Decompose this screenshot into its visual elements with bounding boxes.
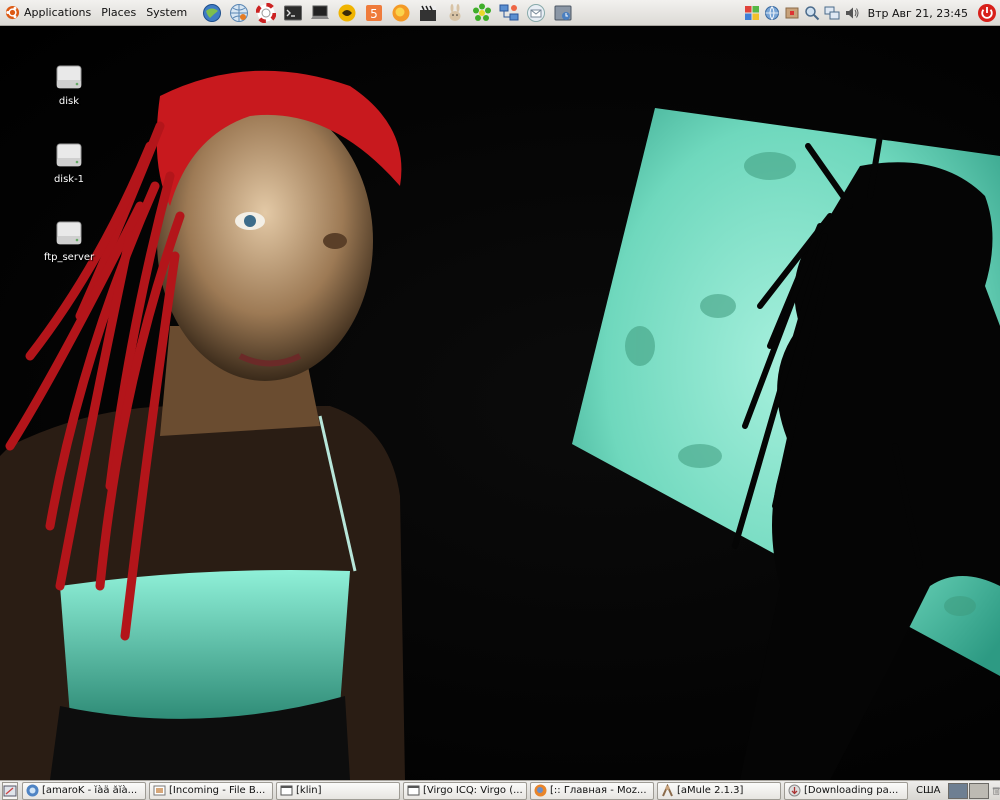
ubuntu-logo-icon bbox=[5, 5, 20, 20]
power-button[interactable] bbox=[976, 2, 998, 24]
desktop-icon-disk[interactable]: disk bbox=[34, 62, 104, 107]
web-browser-launcher[interactable] bbox=[201, 2, 223, 24]
window-list: [amaroK - ĭàä ăĭà... [Incoming - File B.… bbox=[22, 781, 911, 800]
search-icon bbox=[804, 6, 819, 21]
task-downloading[interactable]: [Downloading pa... bbox=[784, 781, 908, 800]
drive-icon bbox=[56, 221, 82, 245]
desktop-icon-disk-1[interactable]: disk-1 bbox=[34, 140, 104, 185]
show-desktop-button[interactable] bbox=[2, 781, 18, 800]
main-menu: Applications Places System bbox=[0, 0, 192, 26]
player-launcher[interactable] bbox=[336, 2, 358, 24]
amarok-icon bbox=[26, 784, 39, 797]
top-panel: Applications Places System 5 Втр Авг 21,… bbox=[0, 0, 1000, 26]
file-browser-icon bbox=[153, 785, 166, 796]
windows-flag-icon bbox=[744, 6, 759, 20]
window-icon bbox=[407, 785, 420, 796]
applications-menu-label: Applications bbox=[24, 6, 92, 19]
network-icon bbox=[229, 3, 248, 22]
archive-icon bbox=[554, 5, 572, 20]
workspace-switcher bbox=[947, 782, 990, 799]
network-manager-launcher[interactable] bbox=[498, 2, 520, 24]
window-icon bbox=[280, 785, 293, 796]
clapperboard-icon bbox=[419, 5, 436, 21]
task-label: [aMule 2.1.3] bbox=[677, 785, 744, 796]
task-file-browser[interactable]: [Incoming - File B... bbox=[149, 781, 273, 800]
network-status-icon bbox=[824, 6, 840, 20]
task-label: [Downloading pa... bbox=[804, 785, 899, 796]
task-mozilla[interactable]: [:: Главная - Moz... bbox=[530, 781, 654, 800]
trash-icon[interactable] bbox=[992, 783, 1000, 799]
wallpaper-image bbox=[0, 70, 1000, 780]
web-browser-icon bbox=[202, 3, 221, 22]
bottom-panel: [amaroK - ĭàä ăĭà... [Incoming - File B.… bbox=[0, 780, 1000, 800]
network-launcher[interactable] bbox=[228, 2, 250, 24]
laptop-icon bbox=[310, 5, 329, 19]
task-label: [Virgo ICQ: Virgo (... bbox=[423, 785, 523, 796]
tray-network[interactable] bbox=[824, 5, 840, 21]
desktop-icon-label: disk-1 bbox=[53, 174, 85, 185]
drive-icon bbox=[56, 143, 82, 167]
workspace-1[interactable] bbox=[947, 782, 968, 799]
task-label: [Incoming - File B... bbox=[169, 785, 266, 796]
globe-icon bbox=[764, 6, 779, 21]
desktop-icon-ftp-server[interactable]: ftp_server bbox=[34, 218, 104, 263]
places-menu[interactable]: Places bbox=[96, 0, 141, 26]
task-label: [amaroK - ĭàä ăĭà... bbox=[42, 785, 138, 796]
terminal-icon bbox=[283, 5, 302, 20]
desktop-icon-label: disk bbox=[58, 96, 80, 107]
drive-icon bbox=[56, 65, 82, 89]
package-icon bbox=[785, 7, 799, 19]
applications-menu[interactable]: Applications bbox=[0, 0, 96, 26]
rabbit-launcher[interactable] bbox=[444, 2, 466, 24]
firefox-icon bbox=[392, 4, 410, 21]
download-icon bbox=[788, 784, 801, 797]
keyboard-layout-indicator[interactable]: США bbox=[913, 785, 944, 796]
help-launcher[interactable] bbox=[255, 2, 277, 24]
tray-volume[interactable] bbox=[844, 5, 860, 21]
workspace-2[interactable] bbox=[968, 782, 989, 799]
system-menu-label: System bbox=[146, 6, 188, 19]
laptop-launcher[interactable] bbox=[309, 2, 331, 24]
power-icon bbox=[978, 4, 996, 22]
help-icon bbox=[255, 2, 276, 23]
desktop-icon-label: ftp_server bbox=[43, 252, 95, 263]
icq-flower-icon bbox=[472, 3, 491, 21]
tray-flag[interactable] bbox=[744, 5, 760, 21]
show-desktop-icon bbox=[3, 785, 17, 796]
amule-icon bbox=[662, 784, 673, 797]
media-icon: 5 bbox=[365, 4, 382, 21]
terminal-launcher[interactable] bbox=[282, 2, 304, 24]
rabbit-icon bbox=[449, 3, 461, 21]
task-amarok[interactable]: [amaroK - ĭàä ăĭà... bbox=[22, 781, 146, 800]
mail-icon bbox=[526, 3, 545, 22]
video-editor-launcher[interactable] bbox=[417, 2, 439, 24]
tray-globe[interactable] bbox=[764, 5, 780, 21]
clock[interactable]: Втр Авг 21, 23:45 bbox=[862, 7, 974, 20]
mail-launcher[interactable] bbox=[525, 2, 547, 24]
task-amule[interactable]: [aMule 2.1.3] bbox=[657, 781, 781, 800]
firefox-launcher[interactable] bbox=[390, 2, 412, 24]
tray-search[interactable] bbox=[804, 5, 820, 21]
desktop[interactable]: disk disk-1 ftp_server bbox=[0, 26, 1000, 780]
task-label: [:: Главная - Moz... bbox=[550, 785, 647, 796]
notification-area: Втр Авг 21, 23:45 bbox=[742, 0, 1000, 26]
system-menu[interactable]: System bbox=[141, 0, 192, 26]
tray-package[interactable] bbox=[784, 5, 800, 21]
archive-launcher[interactable] bbox=[552, 2, 574, 24]
media-launcher[interactable]: 5 bbox=[363, 2, 385, 24]
places-menu-label: Places bbox=[101, 6, 137, 19]
icq-launcher[interactable] bbox=[471, 2, 493, 24]
launcher-bar: 5 bbox=[198, 0, 576, 26]
volume-icon bbox=[845, 7, 859, 19]
task-virgo-icq[interactable]: [Virgo ICQ: Virgo (... bbox=[403, 781, 527, 800]
task-label: [klin] bbox=[296, 785, 322, 796]
svg-text:5: 5 bbox=[370, 7, 378, 21]
player-icon bbox=[338, 4, 356, 21]
task-klin[interactable]: [klin] bbox=[276, 781, 400, 800]
firefox-icon bbox=[534, 784, 547, 797]
network-manager-icon bbox=[499, 4, 519, 20]
